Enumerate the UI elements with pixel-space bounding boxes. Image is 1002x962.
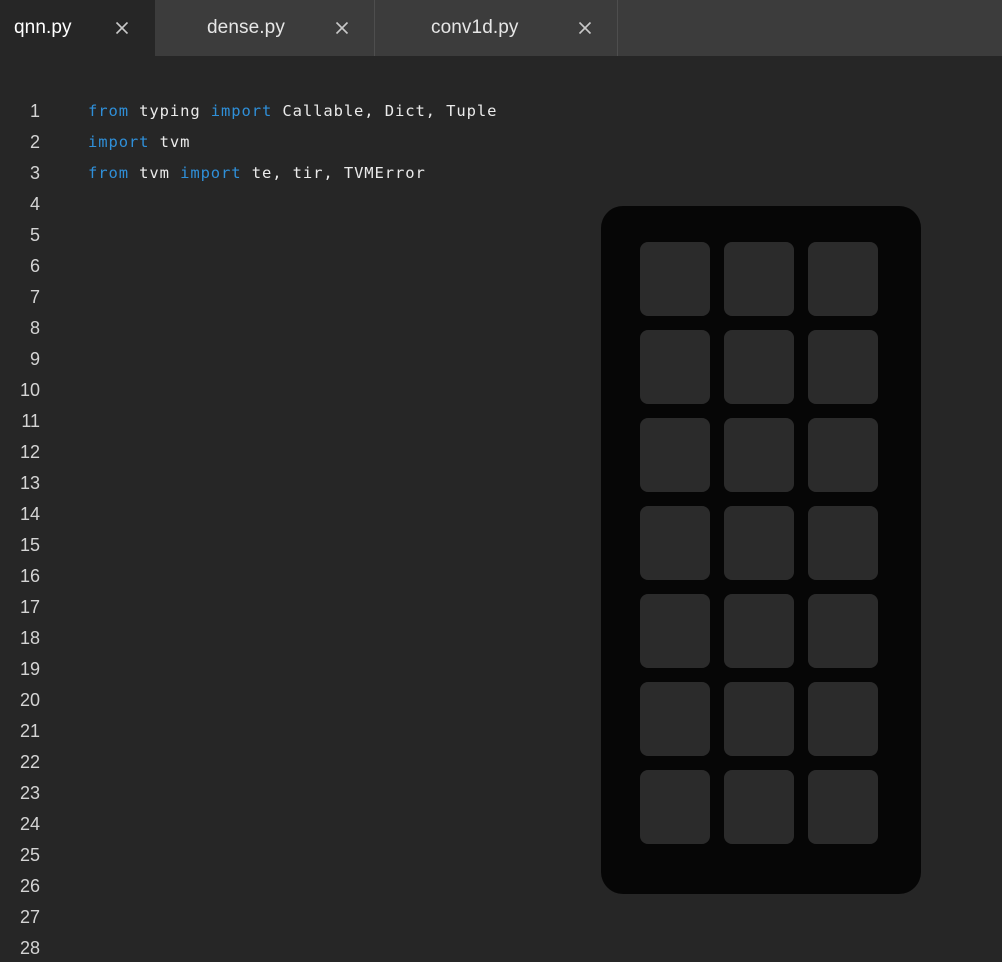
line-number: 16 bbox=[19, 566, 40, 586]
code-text: import tvm bbox=[88, 127, 190, 158]
tile-item[interactable] bbox=[724, 330, 794, 404]
line-number: 26 bbox=[19, 876, 40, 896]
tile-item[interactable] bbox=[640, 770, 710, 844]
tile-item[interactable] bbox=[724, 770, 794, 844]
tab-label: qnn.py bbox=[14, 17, 72, 38]
code-line[interactable]: 27 bbox=[0, 902, 1002, 933]
line-number: 6 bbox=[29, 256, 40, 276]
code-text: from tvm import te, tir, TVMError bbox=[88, 158, 426, 189]
tile-item[interactable] bbox=[724, 594, 794, 668]
code-token: tvm bbox=[149, 133, 191, 151]
tile-item[interactable] bbox=[808, 770, 878, 844]
tab-label: dense.py bbox=[207, 17, 285, 38]
tile-item[interactable] bbox=[640, 330, 710, 404]
tile-item[interactable] bbox=[640, 242, 710, 316]
app-window: qnn.py dense.py conv1d.py 1 from typing … bbox=[0, 0, 1002, 962]
line-number: 17 bbox=[19, 597, 40, 617]
line-number: 28 bbox=[19, 938, 40, 958]
line-number: 8 bbox=[29, 318, 40, 338]
line-number: 25 bbox=[19, 845, 40, 865]
line-number: 24 bbox=[19, 814, 40, 834]
tab-label: conv1d.py bbox=[431, 17, 519, 38]
tile-item[interactable] bbox=[724, 506, 794, 580]
code-token: typing bbox=[128, 102, 211, 120]
code-token: Callable, Dict, Tuple bbox=[272, 102, 498, 120]
tile-item[interactable] bbox=[640, 682, 710, 756]
tab-bar-empty-space bbox=[618, 0, 1002, 56]
line-number: 1 bbox=[29, 101, 40, 121]
line-number: 18 bbox=[19, 628, 40, 648]
line-number: 22 bbox=[19, 752, 40, 772]
line-number: 14 bbox=[19, 504, 40, 524]
line-number: 15 bbox=[19, 535, 40, 555]
tile-item[interactable] bbox=[808, 418, 878, 492]
line-number: 10 bbox=[19, 380, 40, 400]
tab-dense-py[interactable]: dense.py bbox=[155, 0, 375, 56]
tab-conv1d-py[interactable]: conv1d.py bbox=[375, 0, 618, 56]
code-keyword: import bbox=[180, 164, 242, 182]
line-number: 13 bbox=[19, 473, 40, 493]
line-number: 9 bbox=[29, 349, 40, 369]
code-line[interactable]: 1 from typing import Callable, Dict, Tupl… bbox=[0, 96, 1002, 127]
tile-item[interactable] bbox=[808, 330, 878, 404]
tile-item[interactable] bbox=[808, 242, 878, 316]
tile-item[interactable] bbox=[724, 682, 794, 756]
tile-item[interactable] bbox=[808, 506, 878, 580]
line-number: 4 bbox=[29, 194, 40, 214]
code-token: tvm bbox=[128, 164, 181, 182]
line-number: 19 bbox=[19, 659, 40, 679]
line-number: 23 bbox=[19, 783, 40, 803]
code-line[interactable]: 3 from tvm import te, tir, TVMError bbox=[0, 158, 1002, 189]
line-number: 7 bbox=[29, 287, 40, 307]
tile-item[interactable] bbox=[808, 594, 878, 668]
code-keyword: import bbox=[210, 102, 273, 120]
close-icon[interactable] bbox=[332, 18, 352, 38]
code-line[interactable]: 28 bbox=[0, 933, 1002, 962]
line-number: 27 bbox=[19, 907, 40, 927]
code-keyword: from bbox=[88, 102, 129, 120]
code-keyword: from bbox=[88, 164, 129, 182]
tile-grid bbox=[640, 242, 878, 844]
tile-item[interactable] bbox=[724, 418, 794, 492]
code-token: te, tir, TVMError bbox=[241, 164, 426, 182]
tab-qnn-py[interactable]: qnn.py bbox=[0, 0, 155, 56]
editor-pane[interactable]: 1 from typing import Callable, Dict, Tupl… bbox=[0, 56, 1002, 962]
line-number: 21 bbox=[19, 721, 40, 741]
line-number: 12 bbox=[19, 442, 40, 462]
tile-item[interactable] bbox=[640, 594, 710, 668]
tile-item[interactable] bbox=[640, 506, 710, 580]
code-line[interactable]: 2 import tvm bbox=[0, 127, 1002, 158]
tile-item[interactable] bbox=[724, 242, 794, 316]
line-number: 3 bbox=[29, 163, 40, 183]
code-keyword: import bbox=[88, 133, 150, 151]
tile-item[interactable] bbox=[640, 418, 710, 492]
code-text: from typing import Callable, Dict, Tuple bbox=[88, 96, 497, 127]
line-number: 20 bbox=[19, 690, 40, 710]
tile-item[interactable] bbox=[808, 682, 878, 756]
tab-bar: qnn.py dense.py conv1d.py bbox=[0, 0, 1002, 56]
overlay-picker-panel[interactable] bbox=[601, 206, 921, 894]
close-icon[interactable] bbox=[112, 18, 132, 38]
close-icon[interactable] bbox=[575, 18, 595, 38]
line-number: 2 bbox=[29, 132, 40, 152]
line-number: 11 bbox=[21, 411, 40, 431]
line-number: 5 bbox=[29, 225, 40, 245]
